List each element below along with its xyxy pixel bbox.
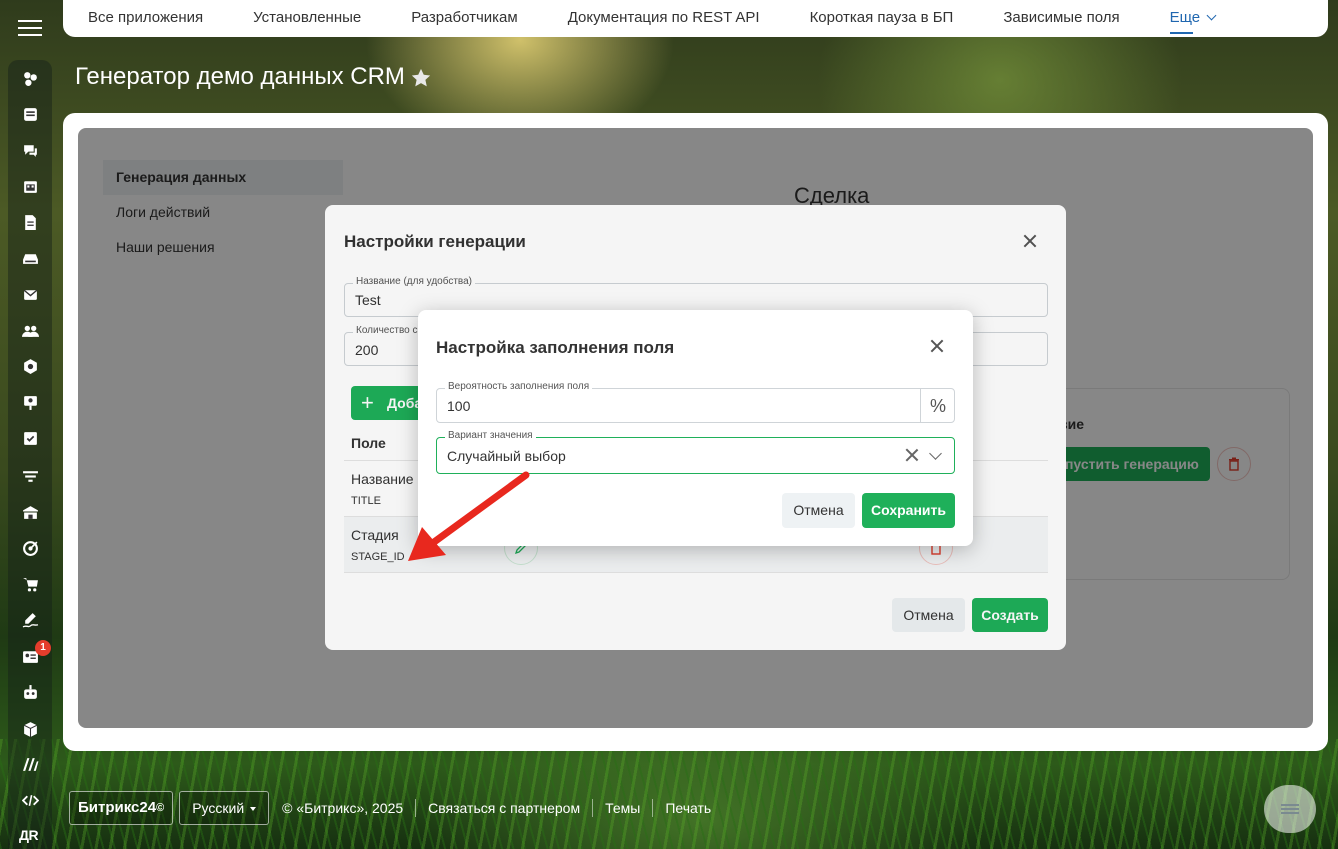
caret-down-icon bbox=[250, 807, 257, 811]
logo-mark: © bbox=[156, 802, 165, 814]
company-icon[interactable] bbox=[21, 503, 39, 521]
value-variant-value: Случайный выбор bbox=[447, 448, 566, 464]
robot-icon[interactable] bbox=[21, 683, 39, 701]
sites-icon[interactable] bbox=[21, 69, 39, 87]
tab-rest-api-docs[interactable]: Документация по REST API bbox=[568, 9, 760, 26]
print-link[interactable]: Печать bbox=[665, 800, 711, 816]
tab-all-apps[interactable]: Все приложения bbox=[88, 9, 203, 26]
divider bbox=[652, 799, 654, 817]
sign-icon[interactable] bbox=[21, 611, 39, 629]
bitrix24-logo[interactable]: Битрикс24© bbox=[69, 791, 174, 825]
chat-widget-button[interactable] bbox=[1264, 785, 1316, 833]
tab-more-label: Еще bbox=[1169, 9, 1201, 26]
language-selector[interactable]: Русский bbox=[179, 791, 270, 825]
market-icon[interactable] bbox=[21, 755, 39, 773]
percent-icon: % bbox=[920, 389, 955, 423]
tab-more[interactable]: Еще bbox=[1169, 9, 1217, 34]
feed-icon[interactable] bbox=[21, 105, 39, 123]
field-modal-title: Настройка заполнения поля bbox=[436, 338, 675, 357]
themes-link[interactable]: Темы bbox=[605, 800, 640, 816]
cart-icon[interactable] bbox=[21, 575, 39, 593]
notification-badge: 1 bbox=[35, 640, 51, 656]
page-title: Генератор демо данных CRM bbox=[75, 63, 405, 90]
chevron-down-icon[interactable] bbox=[929, 447, 942, 460]
contact-partner-link[interactable]: Связаться с партнером bbox=[428, 800, 580, 816]
divider bbox=[415, 799, 417, 817]
annotation-arrow bbox=[408, 471, 530, 561]
tab-installed[interactable]: Установленные bbox=[253, 9, 361, 26]
left-sidebar: 1 ДR bbox=[0, 0, 60, 849]
footer: Битрикс24© Русский © «Битрикс», 2025 Свя… bbox=[69, 791, 711, 825]
dev-icon[interactable] bbox=[21, 791, 39, 809]
box-icon[interactable] bbox=[21, 720, 39, 738]
tab-developers[interactable]: Разработчикам bbox=[411, 9, 517, 26]
groups-icon[interactable] bbox=[21, 321, 39, 339]
value-variant-label: Вариант значения bbox=[445, 430, 536, 441]
clear-icon[interactable] bbox=[904, 447, 920, 463]
hamburger-menu-icon[interactable] bbox=[18, 20, 42, 40]
mail-icon[interactable] bbox=[21, 285, 39, 303]
chat-icon[interactable] bbox=[21, 141, 39, 159]
calendar-icon[interactable] bbox=[21, 177, 39, 195]
tab-dependent-fields[interactable]: Зависимые поля bbox=[1003, 9, 1119, 26]
presentation-icon[interactable] bbox=[21, 393, 39, 411]
crm-icon[interactable] bbox=[21, 357, 39, 375]
language-label: Русский bbox=[192, 800, 245, 816]
cancel-button[interactable]: Отмена bbox=[782, 493, 855, 528]
close-icon[interactable] bbox=[928, 337, 946, 355]
probability-field-value: 100 bbox=[447, 398, 471, 414]
filter-icon[interactable] bbox=[21, 467, 39, 485]
user-avatar[interactable]: ДR bbox=[19, 827, 39, 843]
chevron-down-icon bbox=[1206, 10, 1217, 21]
list-icon bbox=[1281, 802, 1299, 816]
probability-field[interactable]: Вероятность заполнения поля 100 % bbox=[436, 381, 955, 423]
docs-icon[interactable] bbox=[21, 213, 39, 231]
copyright: © «Битрикс», 2025 bbox=[282, 800, 404, 816]
divider bbox=[592, 799, 594, 817]
favorite-star-icon[interactable] bbox=[410, 67, 432, 89]
logo-text: Битрикс24 bbox=[78, 799, 157, 816]
tab-short-pause[interactable]: Короткая пауза в БП bbox=[810, 9, 954, 26]
target-icon[interactable] bbox=[21, 539, 39, 557]
drive-icon[interactable] bbox=[21, 249, 39, 267]
top-navigation: Все приложения Установленные Разработчик… bbox=[63, 0, 1328, 37]
save-button[interactable]: Сохранить bbox=[862, 493, 955, 528]
tasks-icon[interactable] bbox=[21, 429, 39, 447]
probability-field-label: Вероятность заполнения поля bbox=[445, 381, 593, 392]
